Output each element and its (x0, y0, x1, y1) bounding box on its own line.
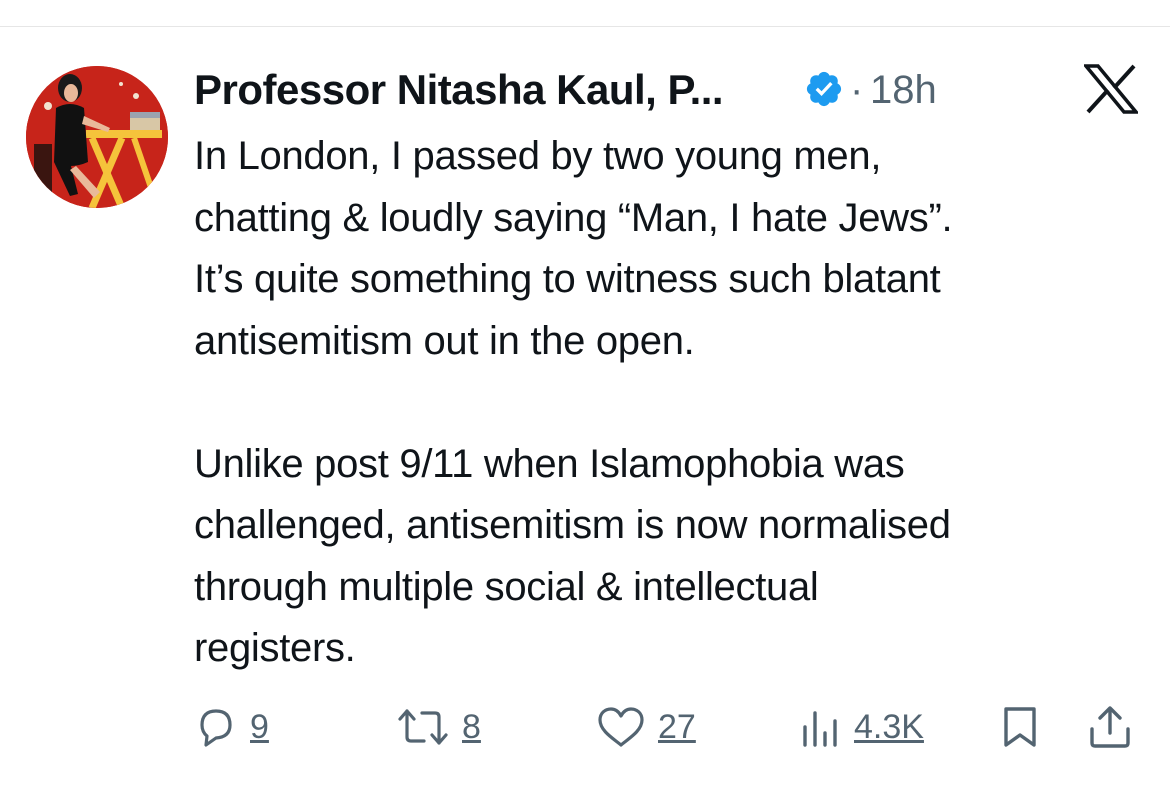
tweet-header: Professor Nitasha Kaul, P... · 18h (194, 58, 1154, 118)
repost-icon (398, 709, 448, 745)
avatar-image (26, 66, 168, 208)
share-button[interactable] (1086, 700, 1134, 754)
repost-count[interactable]: 8 (462, 708, 481, 747)
tweet-line: through multiple social & intellectual (194, 564, 819, 609)
tweet-line: It’s quite something to witness such bla… (194, 257, 941, 301)
tweet-line: Unlike post 9/11 when Islamophobia was (194, 441, 905, 486)
tweet-line: In London, I passed by two young men, (194, 134, 882, 178)
reply-count[interactable]: 9 (250, 708, 269, 747)
x-logo-icon[interactable] (1084, 64, 1138, 114)
action-bar: 9 8 27 4.3K (0, 700, 1170, 754)
like-button[interactable]: 27 (596, 700, 696, 754)
views-button[interactable]: 4.3K (798, 700, 924, 754)
reply-button[interactable]: 9 (194, 700, 269, 754)
top-divider (0, 26, 1170, 27)
bookmark-button[interactable] (998, 700, 1042, 754)
avatar[interactable] (26, 66, 168, 208)
heart-icon (598, 707, 644, 747)
bookmark-icon (1004, 707, 1036, 747)
author-name[interactable]: Professor Nitasha Kaul, P... (194, 66, 724, 114)
tweet-line: challenged, antisemitism is now normalis… (194, 503, 951, 547)
tweet-line: registers. (194, 626, 356, 670)
like-count[interactable]: 27 (658, 708, 696, 747)
timestamp[interactable]: 18h (870, 68, 937, 113)
tweet-line: chatting & loudly saying “Man, I hate Je… (194, 195, 953, 240)
tweet-line: antisemitism out in the open. (194, 318, 695, 363)
reply-icon (200, 709, 232, 747)
share-icon (1090, 706, 1130, 748)
separator-dot: · (850, 68, 864, 112)
views-count[interactable]: 4.3K (854, 708, 924, 747)
verified-badge-icon (806, 71, 842, 107)
tweet-text: In London, I passed by two young men, ch… (194, 126, 1154, 680)
repost-button[interactable]: 8 (396, 700, 481, 754)
views-icon (803, 711, 837, 747)
